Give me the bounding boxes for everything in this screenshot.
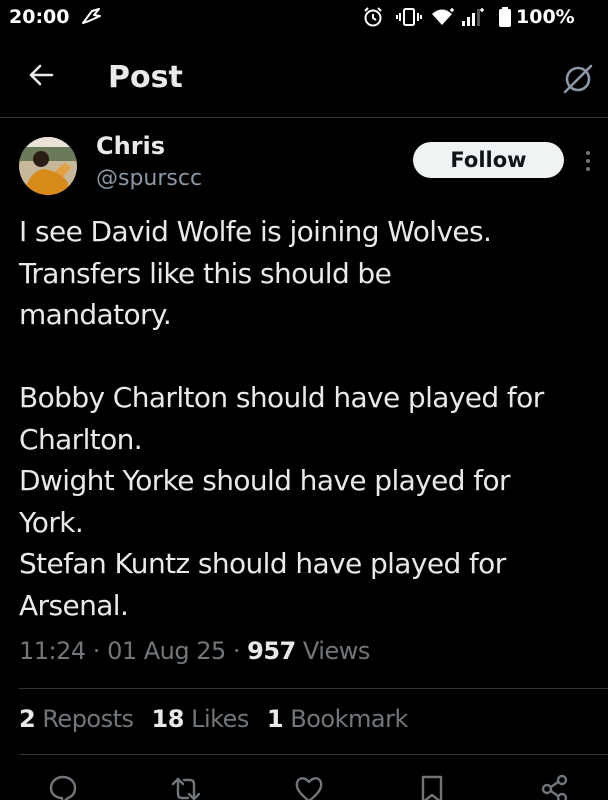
engagement-stats: 2 Reposts 18 Likes 1 Bookmark <box>19 705 426 733</box>
page-title: Post <box>108 60 183 95</box>
tweet-line: Arsenal. <box>19 588 129 622</box>
stats-divider <box>19 754 608 755</box>
bookmarks-stat[interactable]: 1 Bookmark <box>267 705 408 733</box>
tweet-line: mandatory. <box>19 298 172 331</box>
status-time: 20:00 <box>9 6 70 28</box>
tweet-time[interactable]: 11:24 <box>19 637 86 665</box>
header-divider <box>0 117 608 118</box>
wifi-icon <box>430 6 456 33</box>
notification-icon <box>80 5 102 32</box>
views-label[interactable]: Views <box>296 637 370 665</box>
more-options-icon[interactable] <box>584 150 592 176</box>
views-count[interactable]: 957 <box>247 637 296 665</box>
top-bar: Post <box>0 44 608 116</box>
meta-divider <box>19 688 608 689</box>
bookmarks-count: 1 <box>266 705 284 733</box>
tweet-line: Stefan Kuntz should have played for <box>19 547 506 580</box>
tweet-date[interactable]: 01 Aug 25 <box>107 637 226 665</box>
follow-button[interactable]: Follow <box>413 142 564 178</box>
share-icon[interactable] <box>540 774 570 800</box>
battery-percentage: 100% <box>516 6 575 28</box>
tweet-line: Charlton. <box>19 422 143 456</box>
tweet-line: York. <box>19 505 84 539</box>
repost-icon[interactable] <box>170 774 202 800</box>
reposts-label: Reposts <box>35 705 134 733</box>
reposts-count: 2 <box>19 705 36 733</box>
status-bar: 20:00 100% <box>0 0 608 36</box>
grok-icon[interactable] <box>561 62 595 100</box>
likes-label: Likes <box>183 705 249 733</box>
meta-separator: · <box>225 637 248 665</box>
avatar[interactable] <box>19 137 77 195</box>
tweet-text: I see David Wolfe is joining Wolves. Tra… <box>19 211 599 626</box>
tweet-line: Dwight Yorke should have played for <box>19 464 511 497</box>
alarm-icon <box>362 6 384 33</box>
bookmarks-label: Bookmark <box>283 705 408 733</box>
bookmark-icon[interactable] <box>418 774 446 800</box>
author-name[interactable]: Chris <box>96 132 165 160</box>
likes-count: 18 <box>151 705 185 733</box>
author-handle[interactable]: @spurscc <box>96 166 202 191</box>
tweet-line: I see David Wolfe is joining Wolves. <box>19 215 492 248</box>
reply-icon[interactable] <box>48 774 78 800</box>
battery-icon <box>498 6 512 33</box>
like-icon[interactable] <box>294 774 324 800</box>
likes-stat[interactable]: 18 Likes <box>151 705 250 733</box>
signal-icon <box>460 6 486 33</box>
vibrate-icon <box>396 6 422 33</box>
tweet-meta: 11:24 · 01 Aug 25 · 957 Views <box>19 637 370 665</box>
reposts-stat[interactable]: 2 Reposts <box>19 705 134 733</box>
meta-separator: · <box>85 637 108 665</box>
back-arrow-icon[interactable] <box>28 62 54 92</box>
tweet-line: Bobby Charlton should have played for <box>19 381 544 414</box>
tweet-line: Transfers like this should be <box>19 256 392 290</box>
